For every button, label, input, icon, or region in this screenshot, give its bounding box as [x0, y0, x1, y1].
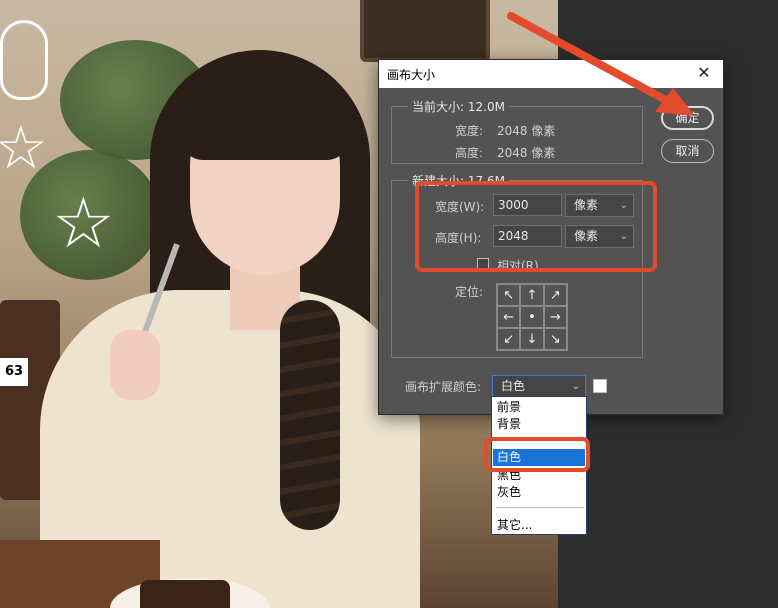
annotation-arrow-icon — [507, 12, 695, 116]
hand — [110, 330, 160, 400]
current-height-label: 高度: — [455, 146, 484, 160]
arrow-down-icon[interactable]: ↓ — [520, 328, 544, 350]
current-height-value: 2048 像素 — [497, 146, 556, 160]
option-other[interactable]: 其它... — [493, 517, 585, 534]
wall-frame — [360, 0, 490, 62]
option-foreground[interactable]: 前景 — [493, 399, 585, 416]
star-doodle: ☆ — [0, 113, 48, 183]
arrow-right-icon[interactable]: → — [543, 306, 567, 328]
bunny-doodle — [0, 20, 48, 100]
extension-color-select[interactable]: 白色 ⌄ — [492, 375, 586, 398]
anchor-label: 定位: — [455, 285, 484, 299]
option-background[interactable]: 背景 — [493, 416, 585, 433]
arrow-down-right-icon[interactable]: ↘ — [543, 328, 567, 350]
center-dot-icon[interactable]: • — [520, 306, 544, 328]
current-size-legend: 当前大小: 12.0M — [408, 98, 509, 115]
braid — [280, 300, 340, 530]
cancel-button[interactable]: 取消 — [661, 139, 714, 163]
bangs — [180, 70, 350, 160]
current-width-value: 2048 像素 — [497, 124, 556, 138]
annotation-highlight-white-option — [484, 437, 590, 472]
extension-color-label: 画布扩展颜色: — [405, 380, 482, 394]
cake — [140, 580, 230, 608]
option-gray[interactable]: 灰色 — [493, 484, 585, 501]
arrow-up-icon[interactable]: ↑ — [520, 284, 544, 306]
anchor-grid: ↖ ↑ ↗ ← • → ↙ ↓ ↘ — [496, 283, 568, 351]
dropdown-separator — [496, 507, 584, 508]
arrow-up-left-icon[interactable]: ↖ — [497, 284, 521, 306]
chevron-down-icon: ⌄ — [571, 381, 580, 392]
current-width-label: 宽度: — [455, 124, 484, 138]
arrow-left-icon[interactable]: ← — [497, 306, 521, 328]
arrow-down-left-icon[interactable]: ↙ — [497, 328, 521, 350]
dialog-title: 画布大小 — [387, 67, 436, 82]
annotation-highlight-size-fields — [415, 181, 657, 272]
extension-color-swatch[interactable] — [593, 379, 607, 393]
star-doodle: ☆ — [52, 182, 115, 264]
photo-badge: 63 — [0, 358, 28, 386]
arrow-up-right-icon[interactable]: ↗ — [543, 284, 567, 306]
